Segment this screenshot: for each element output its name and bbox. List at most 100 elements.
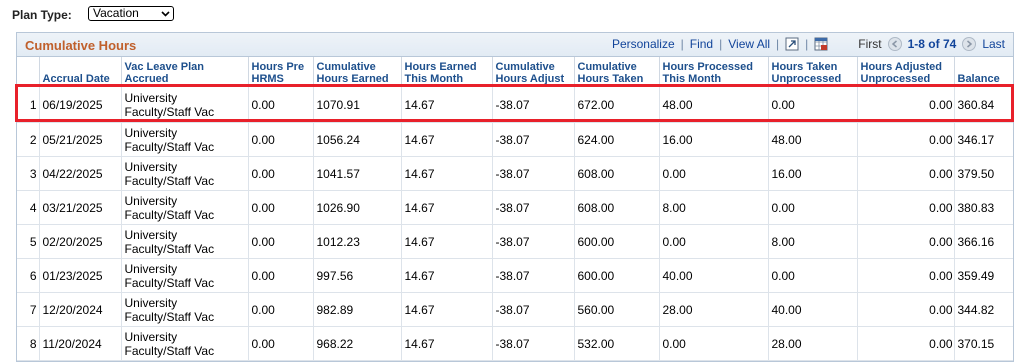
table-cell: -38.07 [491,156,574,191]
previous-page-icon[interactable] [887,37,902,51]
table-cell: 0.00 [856,292,954,327]
table-cell: 997.56 [312,258,401,293]
zoom-icon[interactable] [785,37,799,51]
table-cell: 560.00 [573,292,659,327]
table-cell: -38.07 [491,224,574,259]
column-header[interactable]: Hours Pre HRMS [247,57,313,87]
personalize-link[interactable]: Personalize [612,37,675,51]
table-cell: 379.50 [953,156,1013,191]
view-all-link[interactable]: View All [728,37,770,51]
table-row: 6 01/23/2025 University Faculty/Staff Vac 0… [17,258,1013,293]
plan-type-value: Vacation [93,5,139,20]
table-cell: -38.07 [491,190,574,225]
table-cell: 672.00 [573,86,659,123]
table-cell: University Faculty/Staff Vac [120,326,248,361]
table-cell: 346.17 [953,122,1013,157]
table-cell: 40.00 [658,258,768,293]
table-cell: University Faculty/Staff Vac [120,190,248,225]
find-link[interactable]: Find [690,37,713,51]
table-cell: 366.16 [953,224,1013,259]
row-number: 2 [17,122,39,157]
table-cell: 0.00 [767,190,857,225]
table-cell: 360.84 [953,86,1013,123]
table-cell: 0.00 [856,190,954,225]
table-cell: 0.00 [247,258,313,293]
table-cell: 01/23/2025 [38,258,121,293]
cumulative-hours-table: Accrual Date Vac Leave Plan Accrued Hours … [17,57,1013,361]
table-cell: 14.67 [400,258,492,293]
chevron-down-icon [161,10,170,17]
table-cell: University Faculty/Staff Vac [120,156,248,191]
table-cell: 1056.24 [312,122,401,157]
column-header[interactable]: Cumulative Hours Taken [573,57,659,87]
table-cell: 0.00 [856,156,954,191]
column-header[interactable]: Vac Leave Plan Accrued [120,57,248,87]
table-cell: 0.00 [247,156,313,191]
table-cell: 359.49 [953,258,1013,293]
last-link[interactable]: Last [982,37,1005,51]
table-cell: 0.00 [658,326,768,361]
table-row: 2 05/21/2025 University Faculty/Staff Vac 0… [17,122,1013,157]
column-header[interactable]: Cumulative Hours Earned [312,57,401,87]
plan-type-select[interactable]: Vacation [88,5,174,21]
toolbar-separator: | [776,37,780,51]
next-page-icon[interactable] [962,37,977,51]
first-link[interactable]: First [858,37,881,51]
row-number: 4 [17,190,39,225]
table-cell: 14.67 [400,86,492,123]
cumulative-hours-grid: Cumulative Hours Personalize | Find | Vi… [16,32,1014,362]
toolbar-separator: | [805,37,809,51]
table-cell: 12/20/2024 [38,292,121,327]
table-cell: 0.00 [767,258,857,293]
grid-header: Cumulative Hours Personalize | Find | Vi… [17,33,1013,57]
table-cell: University Faculty/Staff Vac [120,86,248,123]
table-cell: 1070.91 [312,86,401,123]
table-row: 1 06/19/2025 University Faculty/Staff Vac 0… [17,86,1013,123]
table-row: 4 03/21/2025 University Faculty/Staff Vac 0… [17,190,1013,225]
table-row: 3 04/22/2025 University Faculty/Staff Vac 0… [17,156,1013,191]
table-cell: 0.00 [856,326,954,361]
column-header[interactable]: Hours Adjusted Unprocessed [856,57,954,87]
table-cell: 600.00 [573,224,659,259]
table-cell: 0.00 [856,86,954,123]
table-cell: 14.67 [400,292,492,327]
row-number: 8 [17,326,39,361]
table-cell: 1012.23 [312,224,401,259]
download-spreadsheet-icon[interactable] [814,37,828,51]
column-header[interactable]: Balance [953,57,1013,87]
table-cell: 03/21/2025 [38,190,121,225]
table-cell: 14.67 [400,224,492,259]
table-cell: 1041.57 [312,156,401,191]
table-cell: University Faculty/Staff Vac [120,292,248,327]
column-header[interactable]: Cumulative Hours Adjust [491,57,574,87]
table-cell: 0.00 [856,224,954,259]
column-header[interactable]: Accrual Date [38,57,121,87]
table-cell: 344.82 [953,292,1013,327]
grid-toolbar: Personalize | Find | View All | | First [612,37,1005,51]
column-header [17,57,39,87]
table-cell: 0.00 [856,258,954,293]
table-cell: 28.00 [658,292,768,327]
column-header[interactable]: Hours Taken Unprocessed [767,57,857,87]
table-cell: 05/21/2025 [38,122,121,157]
plan-type-label: Plan Type: [12,8,72,22]
table-header-row: Accrual Date Vac Leave Plan Accrued Hours … [17,57,1013,87]
table-cell: 0.00 [247,190,313,225]
table-cell: 14.67 [400,326,492,361]
column-header[interactable]: Hours Earned This Month [400,57,492,87]
plan-type-group: Plan Type: Vacation [12,5,174,25]
table-row: 8 11/20/2024 University Faculty/Staff Vac 0… [17,326,1013,361]
column-header[interactable]: Hours Processed This Month [658,57,768,87]
table-cell: 40.00 [767,292,857,327]
table-cell: 8.00 [767,224,857,259]
table-cell: 380.83 [953,190,1013,225]
table-cell: 48.00 [767,122,857,157]
table-cell: University Faculty/Staff Vac [120,122,248,157]
table-cell: 16.00 [767,156,857,191]
page-range: 1-8 of 74 [907,37,957,51]
table-cell: 14.67 [400,190,492,225]
table-cell: 608.00 [573,190,659,225]
table-cell: 0.00 [658,224,768,259]
table-row: 7 12/20/2024 University Faculty/Staff Vac 0… [17,292,1013,327]
table-cell: 600.00 [573,258,659,293]
